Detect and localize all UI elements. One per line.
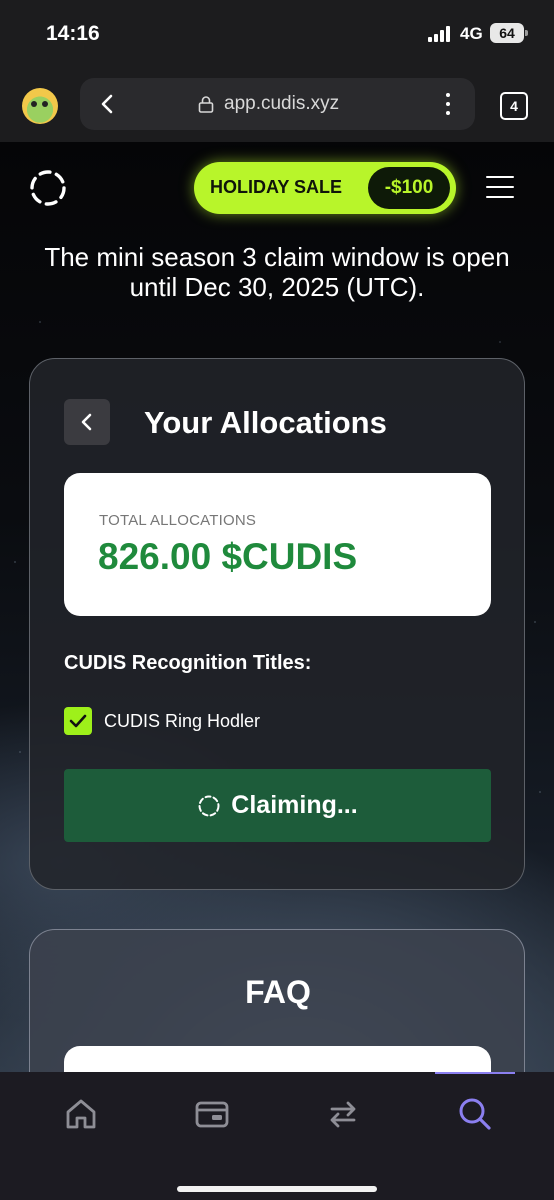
swap-icon[interactable] [323,1094,363,1134]
status-bar: 14:16 4G 64 [0,0,554,70]
holiday-sale-button[interactable]: HOLIDAY SALE -$100 [194,162,456,214]
checkmark-icon [69,714,87,728]
wallet-icon[interactable] [192,1094,232,1134]
site-avatar[interactable] [22,88,58,124]
faq-card: FAQ [29,929,525,1072]
total-allocations-value: 826.00 $CUDIS [98,536,358,577]
search-icon[interactable] [455,1094,495,1134]
total-allocations-label: TOTAL ALLOCATIONS [99,512,257,529]
battery-icon: 64 [490,23,528,43]
status-time: 14:16 [46,22,100,45]
loading-spinner-icon [198,795,220,816]
recognition-titles-heading: CUDIS Recognition Titles: [64,652,312,674]
web-page: HOLIDAY SALE -$100 The mini season 3 cla… [0,142,554,1072]
title-checkbox[interactable] [64,707,92,735]
tabs-button[interactable]: 4 [500,92,528,120]
lock-icon [198,95,214,113]
active-tab-indicator [435,1072,515,1074]
allocations-card: Your Allocations TOTAL ALLOCATIONS 826.0… [29,358,525,890]
allocations-title: Your Allocations [144,405,387,440]
sale-discount-badge: -$100 [368,167,450,209]
browser-toolbar: app.cudis.xyz 4 [0,70,554,142]
address-bar[interactable]: app.cudis.xyz [80,78,475,130]
cellular-signal-icon [428,26,454,42]
faq-item[interactable] [64,1046,491,1072]
cudis-logo-icon[interactable] [28,168,68,208]
claim-button[interactable]: Claiming... [64,769,491,842]
home-icon[interactable] [61,1094,101,1134]
home-indicator[interactable] [177,1186,377,1192]
more-vertical-icon[interactable] [444,91,452,117]
back-arrow-icon[interactable] [98,92,118,116]
chevron-left-icon [81,413,92,431]
network-type: 4G [460,24,483,43]
back-button[interactable] [64,399,110,445]
claim-window-notice: The mini season 3 claim window is open u… [44,242,510,302]
hamburger-menu-icon[interactable] [486,176,514,198]
faq-title: FAQ [245,974,311,1010]
recognition-title-label: CUDIS Ring Hodler [104,711,261,731]
claim-button-label: Claiming... [231,791,358,819]
total-allocations-box: TOTAL ALLOCATIONS 826.00 $CUDIS [64,473,491,616]
bottom-tab-bar [0,1072,554,1200]
url-text: app.cudis.xyz [224,93,340,114]
sale-label: HOLIDAY SALE [210,177,343,197]
